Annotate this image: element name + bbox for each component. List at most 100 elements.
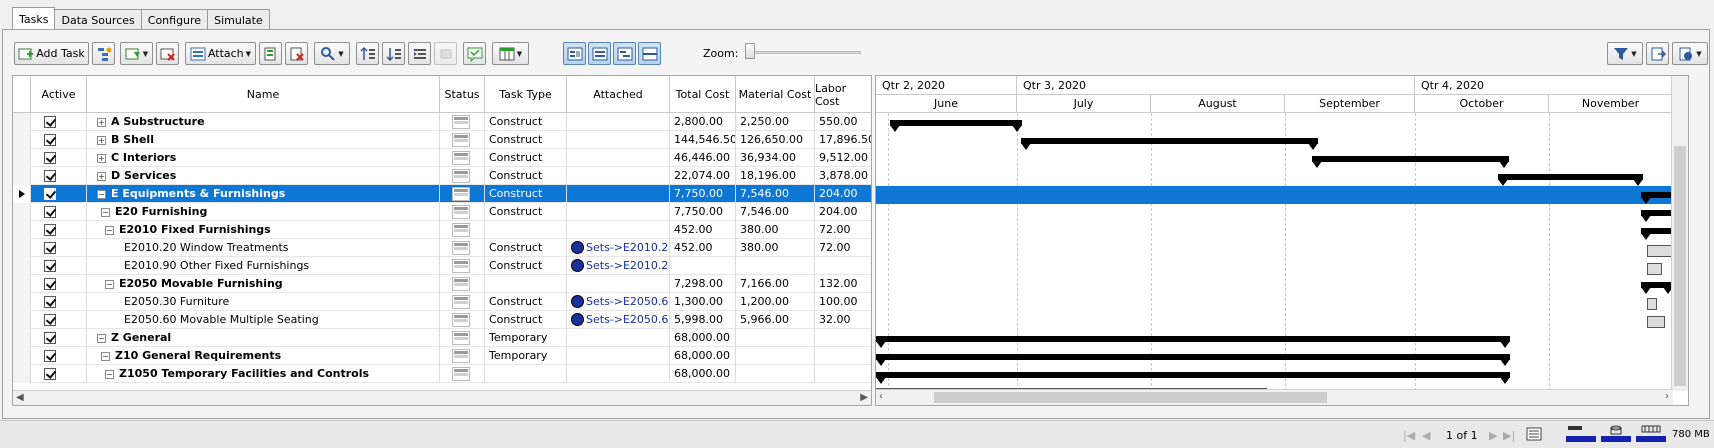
active-checkbox[interactable]: [44, 260, 56, 272]
grid-horizontal-scrollbar[interactable]: ◀ ▶: [13, 390, 871, 405]
last-page-icon[interactable]: ▶|: [1503, 429, 1515, 442]
gantt-vertical-scrollbar[interactable]: [1671, 76, 1688, 391]
name-cell[interactable]: + D Services: [87, 167, 440, 185]
active-checkbox[interactable]: [44, 116, 56, 128]
gantt-summary-bar[interactable]: [876, 354, 1510, 366]
attached-cell[interactable]: [567, 113, 670, 131]
name-cell[interactable]: − Z General: [87, 329, 440, 347]
active-checkbox[interactable]: [44, 134, 56, 146]
column-header-active[interactable]: Active: [31, 76, 87, 113]
attach-sets-button[interactable]: [259, 42, 282, 65]
view-grid-gantt-button[interactable]: [563, 42, 586, 65]
name-cell[interactable]: − Z1050 Temporary Facilities and Controls: [87, 365, 440, 383]
table-row[interactable]: − Z10 General Requirements Temporary 68,000…: [13, 347, 871, 365]
move-down-button[interactable]: [382, 42, 405, 65]
view-split-button[interactable]: [638, 42, 661, 65]
table-row[interactable]: − E2010 Fixed Furnishings 452.00 380.00 72.0…: [13, 221, 871, 239]
name-cell[interactable]: − E2010 Fixed Furnishings: [87, 221, 440, 239]
gantt-task-bar[interactable]: [1647, 298, 1657, 310]
active-checkbox[interactable]: [44, 314, 56, 326]
gantt-summary-bar[interactable]: [1021, 138, 1318, 150]
attached-cell[interactable]: [567, 347, 670, 365]
tab-data-sources[interactable]: Data Sources: [54, 9, 142, 30]
table-row[interactable]: − Z1050 Temporary Facilities and Controls…: [13, 365, 871, 383]
row-selector[interactable]: [13, 329, 31, 347]
table-row[interactable]: + C Interiors Construct 46,446.00 36,934.00 9…: [13, 149, 871, 167]
attached-cell[interactable]: Sets->E2010.20: [567, 257, 670, 275]
scroll-right-icon[interactable]: ›: [1665, 391, 1669, 402]
collapse-icon[interactable]: −: [101, 352, 110, 361]
attached-cell[interactable]: Sets->E2050.60: [567, 311, 670, 329]
gantt-task-bar[interactable]: [1647, 316, 1665, 328]
row-selector[interactable]: [13, 275, 31, 293]
column-header-labor-cost[interactable]: Labor Cost: [815, 76, 871, 113]
zoom-slider-track[interactable]: [747, 51, 861, 54]
row-selector[interactable]: [13, 203, 31, 221]
gantt-task-bar[interactable]: [1647, 263, 1662, 275]
row-selector[interactable]: [13, 149, 31, 167]
expand-icon[interactable]: +: [97, 154, 106, 163]
export-button[interactable]: [1646, 42, 1669, 65]
attached-set-link[interactable]: Sets->E2010.20: [586, 241, 669, 254]
active-checkbox[interactable]: [44, 350, 56, 362]
scroll-right-icon[interactable]: ▶: [860, 392, 868, 403]
attached-cell[interactable]: [567, 185, 670, 203]
insert-task-button[interactable]: ▼: [120, 42, 153, 65]
active-checkbox[interactable]: [44, 224, 56, 236]
table-row[interactable]: − Z General Temporary 68,000.00: [13, 329, 871, 347]
active-checkbox[interactable]: [44, 170, 56, 182]
column-header-material-cost[interactable]: Material Cost: [736, 76, 815, 113]
view-grid-button[interactable]: [588, 42, 611, 65]
row-selector[interactable]: [13, 167, 31, 185]
table-row[interactable]: E2050.30 Furniture Construct Sets->E2050.6…: [13, 293, 871, 311]
active-checkbox[interactable]: [44, 278, 56, 290]
gantt-summary-bar[interactable]: [1498, 174, 1643, 186]
first-page-icon[interactable]: |◀: [1403, 429, 1415, 442]
table-row[interactable]: E2050.60 Movable Multiple Seating Constru…: [13, 311, 871, 329]
collapse-icon[interactable]: −: [105, 280, 114, 289]
indent-button[interactable]: [408, 42, 431, 65]
delete-task-button[interactable]: [156, 42, 179, 65]
add-task-button[interactable]: Add Task: [14, 42, 89, 65]
name-cell[interactable]: E2050.60 Movable Multiple Seating: [87, 311, 440, 329]
attached-cell[interactable]: [567, 131, 670, 149]
column-header-name[interactable]: Name: [87, 76, 440, 113]
attached-cell[interactable]: [567, 365, 670, 383]
page-view-icon[interactable]: [1526, 427, 1542, 444]
attach-button[interactable]: Attach ▼: [185, 42, 256, 65]
column-header-attached[interactable]: Attached: [567, 76, 670, 113]
name-cell[interactable]: + B Shell: [87, 131, 440, 149]
name-cell[interactable]: + C Interiors: [87, 149, 440, 167]
scroll-left-icon[interactable]: ◀: [16, 392, 24, 403]
attached-cell[interactable]: [567, 221, 670, 239]
column-header-total-cost[interactable]: Total Cost: [670, 76, 736, 113]
attached-set-link[interactable]: Sets->E2010.20: [586, 259, 669, 272]
zoom-slider-thumb[interactable]: [745, 43, 755, 59]
gantt-horizontal-scrollbar[interactable]: ‹ ›: [876, 389, 1673, 405]
row-selector[interactable]: [13, 257, 31, 275]
gantt-summary-bar[interactable]: [876, 372, 1510, 384]
name-cell[interactable]: E2010.20 Window Treatments: [87, 239, 440, 257]
view-gantt-button[interactable]: [613, 42, 636, 65]
import-button[interactable]: ▼: [1672, 42, 1708, 65]
active-checkbox[interactable]: [44, 188, 56, 200]
gantt-summary-bar[interactable]: [1312, 156, 1509, 168]
detach-button[interactable]: [285, 42, 308, 65]
collapse-icon[interactable]: −: [105, 370, 114, 379]
expand-icon[interactable]: +: [97, 136, 106, 145]
attached-cell[interactable]: [567, 149, 670, 167]
tab-configure[interactable]: Configure: [140, 9, 209, 30]
row-selector[interactable]: [13, 131, 31, 149]
find-items-button[interactable]: ▼: [314, 42, 350, 65]
previous-page-icon[interactable]: ◀: [1422, 429, 1430, 442]
name-cell[interactable]: − E2050 Movable Furnishing: [87, 275, 440, 293]
name-cell[interactable]: E2050.30 Furniture: [87, 293, 440, 311]
active-checkbox[interactable]: [44, 152, 56, 164]
collapse-icon[interactable]: −: [97, 190, 106, 199]
attached-set-link[interactable]: Sets->E2050.60: [586, 295, 669, 308]
gantt-summary-bar[interactable]: [876, 336, 1510, 348]
row-selector[interactable]: [13, 239, 31, 257]
tab-simulate[interactable]: Simulate: [207, 9, 270, 30]
column-header-task-type[interactable]: Task Type: [485, 76, 567, 113]
name-cell[interactable]: + A Substructure: [87, 113, 440, 131]
